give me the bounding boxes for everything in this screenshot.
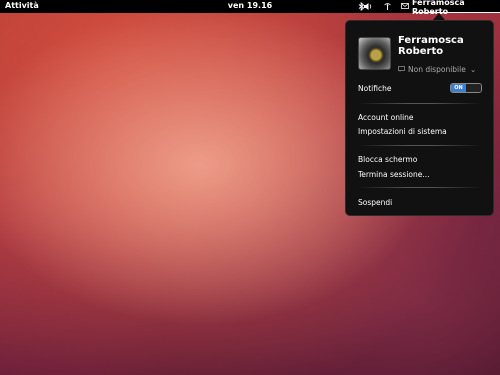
clock[interactable]: ven 19.16 (228, 1, 272, 10)
separator (358, 103, 482, 104)
menu-item-online-accounts[interactable]: Account online (358, 113, 414, 122)
menu-item-lock-screen[interactable]: Blocca schermo (358, 155, 417, 164)
user-name-line2: Roberto (398, 46, 444, 57)
mail-icon (401, 2, 409, 11)
menu-item-log-out[interactable]: Termina sessione... (358, 170, 430, 179)
user-name: Ferramosca Roberto (412, 0, 465, 16)
separator (358, 187, 482, 188)
menu-item-system-settings[interactable]: Impostazioni di sistema (358, 127, 447, 136)
toggle-on-label: ON (451, 84, 466, 92)
menu-item-suspend[interactable]: Sospendi (358, 198, 392, 207)
user-name-line1: Ferramosca (398, 35, 464, 46)
user-full-name: Ferramosca Roberto (398, 35, 488, 57)
network-icon[interactable] (383, 0, 392, 13)
chat-icon (398, 65, 405, 74)
chevron-down-icon: ⌄ (470, 65, 477, 74)
presence-selector[interactable]: Non disponibile ⌄ (398, 65, 476, 74)
user-menu-popup: Ferramosca Roberto Non disponibile ⌄ Not… (345, 20, 494, 216)
active-indicator (413, 12, 500, 13)
separator (358, 145, 482, 146)
user-menu-button[interactable]: Ferramosca Roberto (401, 0, 500, 16)
notifications-toggle[interactable]: ON (450, 83, 482, 93)
menu-arrow (433, 13, 445, 20)
activities-button[interactable]: Attività (5, 1, 39, 10)
toggle-off-side (466, 84, 481, 92)
avatar[interactable] (358, 37, 391, 70)
top-bar: Attività ven 19.16 Ferramosca Roberto (0, 0, 500, 16)
presence-status: Non disponibile (408, 65, 466, 74)
volume-icon[interactable] (363, 0, 373, 13)
notifications-label: Notifiche (358, 84, 392, 93)
